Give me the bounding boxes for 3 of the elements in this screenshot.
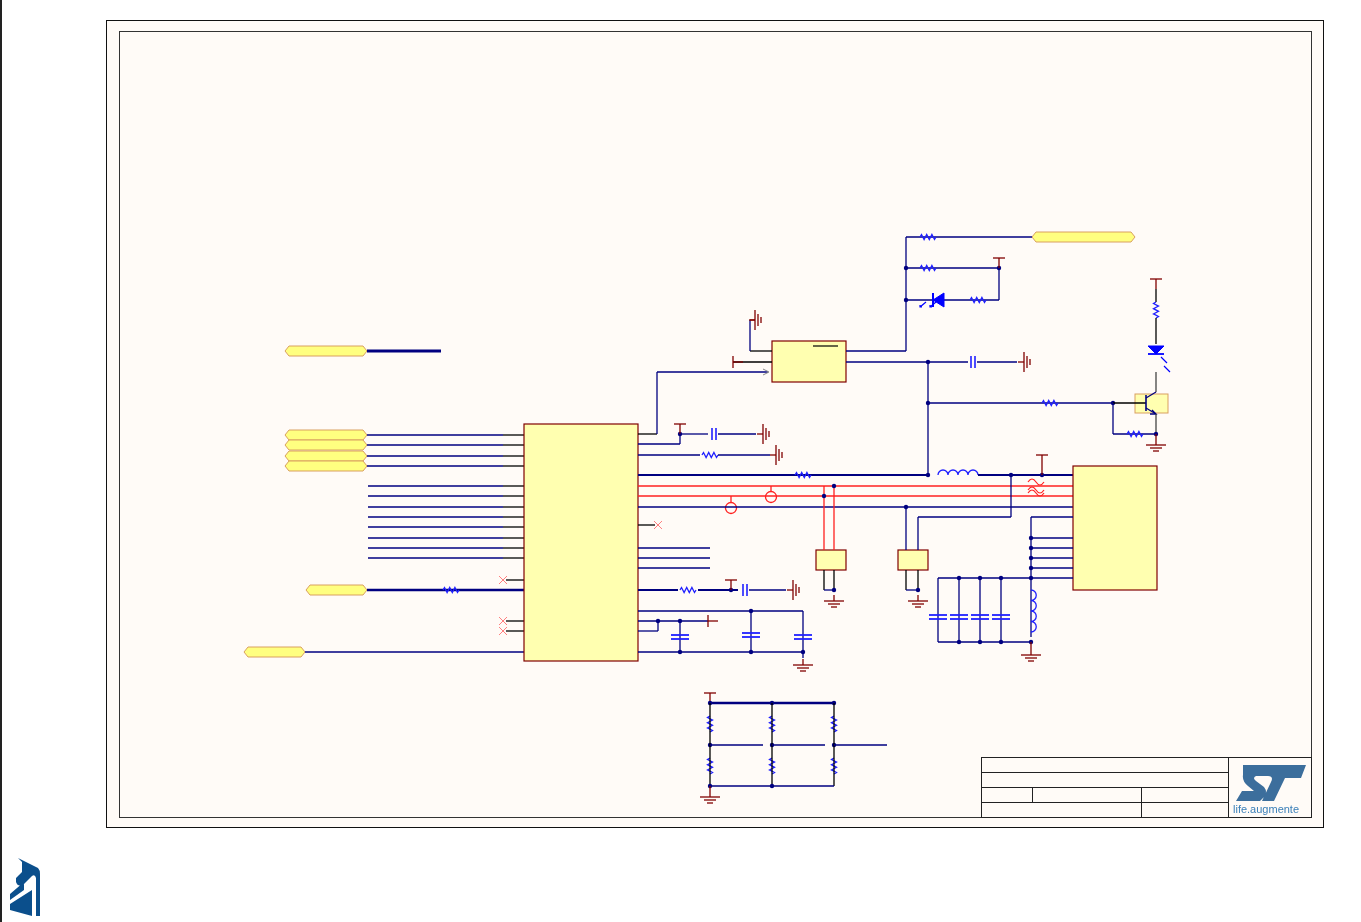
- logo-icon: [1236, 765, 1306, 801]
- logo-icon: [10, 858, 40, 916]
- logo-tagline: life.augmente: [1233, 803, 1300, 815]
